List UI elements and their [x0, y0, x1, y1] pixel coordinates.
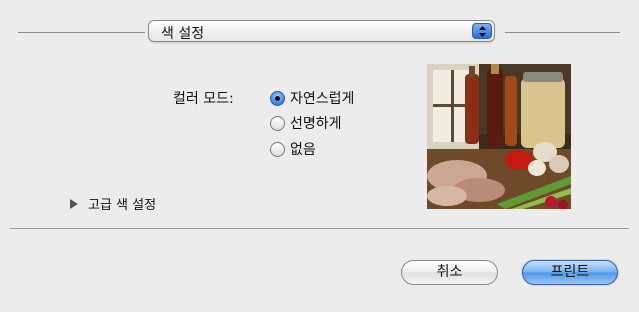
radio-button[interactable]	[270, 115, 285, 131]
popup-selected-label: 색 설정	[161, 26, 205, 42]
popup-arrows-icon	[472, 23, 492, 39]
separator-left	[18, 32, 145, 33]
cancel-button[interactable]: 취소	[401, 260, 498, 285]
separator-right	[505, 32, 620, 33]
disclosure-triangle-icon[interactable]	[70, 198, 78, 209]
radio-natural[interactable]: 자연스럽게	[270, 88, 354, 108]
advanced-color-settings-disclosure[interactable]: 고급 색 설정	[70, 194, 156, 213]
radio-none[interactable]: 없음	[270, 139, 316, 159]
radio-label: 없음	[290, 142, 316, 158]
radio-button-checked[interactable]	[270, 90, 285, 106]
color-preview-image	[427, 64, 571, 209]
radio-vivid[interactable]: 선명하게	[270, 113, 342, 133]
radio-label: 자연스럽게	[290, 91, 355, 107]
advanced-color-settings-label: 고급 색 설정	[88, 198, 157, 213]
separator-bottom	[10, 228, 629, 229]
settings-popup-menu[interactable]: 색 설정	[148, 20, 495, 42]
color-mode-label: 컬러 모드:	[173, 91, 234, 107]
radio-label: 선명하게	[290, 116, 342, 132]
print-button[interactable]: 프린트	[522, 260, 618, 285]
radio-button[interactable]	[270, 141, 285, 157]
